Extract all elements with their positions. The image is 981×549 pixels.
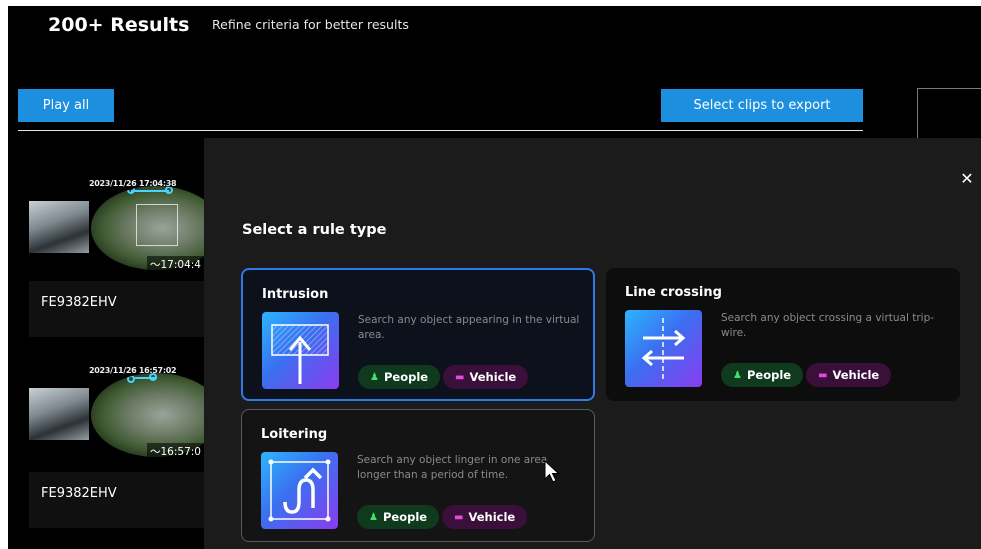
car-icon: ▬ bbox=[818, 369, 828, 381]
screen: 200+ Results Refine criteria for better … bbox=[8, 6, 981, 549]
trend-icon: 〜 bbox=[150, 446, 161, 458]
tripwire-handle bbox=[127, 375, 135, 383]
refine-hint: Refine criteria for better results bbox=[212, 17, 409, 32]
results-count: 200+ Results bbox=[48, 14, 190, 36]
tripwire-line bbox=[131, 190, 169, 192]
person-icon: ♟ bbox=[369, 511, 378, 523]
camera-name: FE9382EHV bbox=[29, 281, 214, 337]
tag-label: People bbox=[382, 510, 428, 524]
header-divider bbox=[18, 130, 863, 131]
tag-label: Vehicle bbox=[469, 370, 517, 384]
vehicle-tag: ▬ Vehicle bbox=[443, 365, 529, 389]
intrusion-icon bbox=[262, 312, 339, 389]
rule-card-line-crossing[interactable]: Line crossing Search any object crossing… bbox=[606, 268, 960, 401]
car-icon: ▬ bbox=[455, 371, 465, 383]
rule-description: Search any object appearing in the virtu… bbox=[358, 314, 580, 341]
rule-name: Loitering bbox=[261, 427, 328, 442]
time-label: 16:57:0 bbox=[160, 446, 201, 458]
video-timestamp: 2023/11/26 17:04:38 bbox=[89, 179, 177, 188]
time-badge: 〜16:57:0 bbox=[147, 443, 204, 460]
tag-label: Vehicle bbox=[832, 368, 880, 382]
rule-name: Intrusion bbox=[262, 287, 329, 302]
car-icon: ▬ bbox=[454, 511, 464, 523]
rule-name: Line crossing bbox=[625, 285, 722, 300]
tag-label: People bbox=[746, 368, 792, 382]
play-all-button[interactable]: Play all bbox=[18, 89, 114, 122]
video-timestamp: 2023/11/26 16:57:02 bbox=[89, 366, 177, 375]
people-tag: ♟ People bbox=[357, 505, 440, 529]
trend-icon: 〜 bbox=[150, 259, 161, 271]
result-thumbnail[interactable]: 2023/11/26 17:04:38 〜17:04:4 bbox=[29, 179, 221, 277]
snapshot-image bbox=[29, 388, 89, 440]
vehicle-tag: ▬ Vehicle bbox=[806, 363, 892, 387]
rule-card-intrusion[interactable]: Intrusion Search any object appearing in… bbox=[241, 268, 595, 401]
result-thumbnail[interactable]: 2023/11/26 16:57:02 〜16:57:0 bbox=[29, 366, 221, 464]
select-clips-button[interactable]: Select clips to export bbox=[661, 89, 863, 122]
time-label: 17:04:4 bbox=[160, 259, 201, 271]
mouse-cursor-icon bbox=[544, 460, 560, 483]
close-icon[interactable]: ✕ bbox=[957, 168, 977, 188]
loitering-icon bbox=[261, 452, 338, 529]
modal-title: Select a rule type bbox=[242, 222, 387, 238]
rule-card-loitering[interactable]: Loitering Search any object linger in on… bbox=[241, 409, 595, 542]
camera-name: FE9382EHV bbox=[29, 472, 214, 528]
people-tag: ♟ People bbox=[358, 365, 441, 389]
detection-zone bbox=[136, 204, 178, 246]
rule-type-modal: ✕ Select a rule type Intrusion Search an… bbox=[204, 138, 981, 549]
line-crossing-icon bbox=[625, 310, 702, 387]
tag-label: Vehicle bbox=[468, 510, 516, 524]
person-icon: ♟ bbox=[733, 369, 742, 381]
rule-description: Search any object crossing a virtual tri… bbox=[721, 312, 935, 339]
time-badge: 〜17:04:4 bbox=[147, 256, 204, 273]
vehicle-tag: ▬ Vehicle bbox=[442, 505, 528, 529]
snapshot-image bbox=[29, 201, 89, 253]
person-icon: ♟ bbox=[370, 371, 379, 383]
people-tag: ♟ People bbox=[721, 363, 804, 387]
tag-label: People bbox=[383, 370, 429, 384]
